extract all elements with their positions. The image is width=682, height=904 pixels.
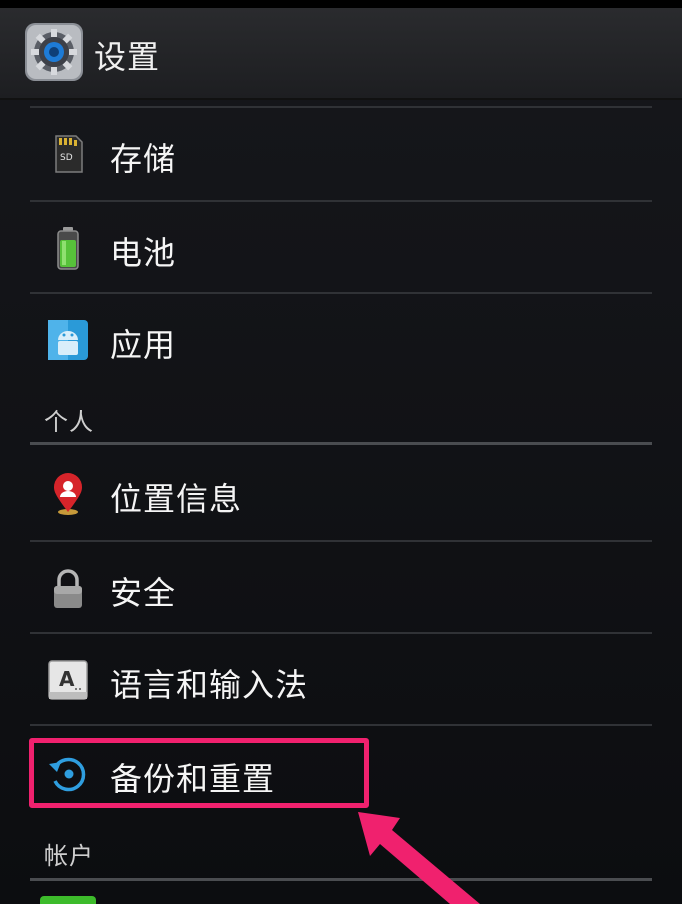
settings-item-language-input[interactable]: A 语言和输入法 [30, 634, 652, 726]
settings-item-security[interactable]: 安全 [30, 542, 652, 634]
settings-gear-icon[interactable] [24, 22, 84, 82]
lock-icon [54, 569, 82, 608]
pointer-arrow-icon [358, 812, 480, 904]
location-pin-icon [54, 473, 82, 515]
highlight-box [29, 738, 369, 808]
settings-item-location[interactable]: 位置信息 [30, 448, 652, 540]
action-bar: 设置 [0, 8, 682, 100]
settings-item-battery[interactable]: 电池 [30, 202, 652, 294]
settings-item-storage[interactable]: SD 存储 [30, 108, 652, 200]
category-divider [30, 442, 652, 445]
settings-item-label: 位置信息 [110, 480, 243, 518]
keyboard-a-icon: A [48, 660, 88, 700]
divider [30, 724, 652, 726]
svg-text:A: A [59, 667, 75, 691]
status-bar-strip [0, 0, 682, 8]
settings-item-label: 应用 [110, 326, 177, 364]
settings-item-label: 电池 [110, 234, 177, 272]
settings-item-label: 安全 [110, 574, 177, 612]
settings-item-label: 存储 [110, 140, 177, 178]
page-title: 设置 [94, 38, 161, 76]
svg-text:SD: SD [60, 153, 73, 163]
category-header-personal: 个人 [44, 408, 94, 436]
settings-item-label: 语言和输入法 [110, 666, 309, 704]
category-header-accounts: 帐户 [44, 842, 94, 870]
android-apps-icon [48, 320, 88, 360]
account-item-icon[interactable] [40, 896, 96, 904]
sd-card-icon: SD [55, 135, 83, 173]
settings-item-apps[interactable]: 应用 [30, 294, 652, 386]
battery-icon [57, 227, 79, 270]
